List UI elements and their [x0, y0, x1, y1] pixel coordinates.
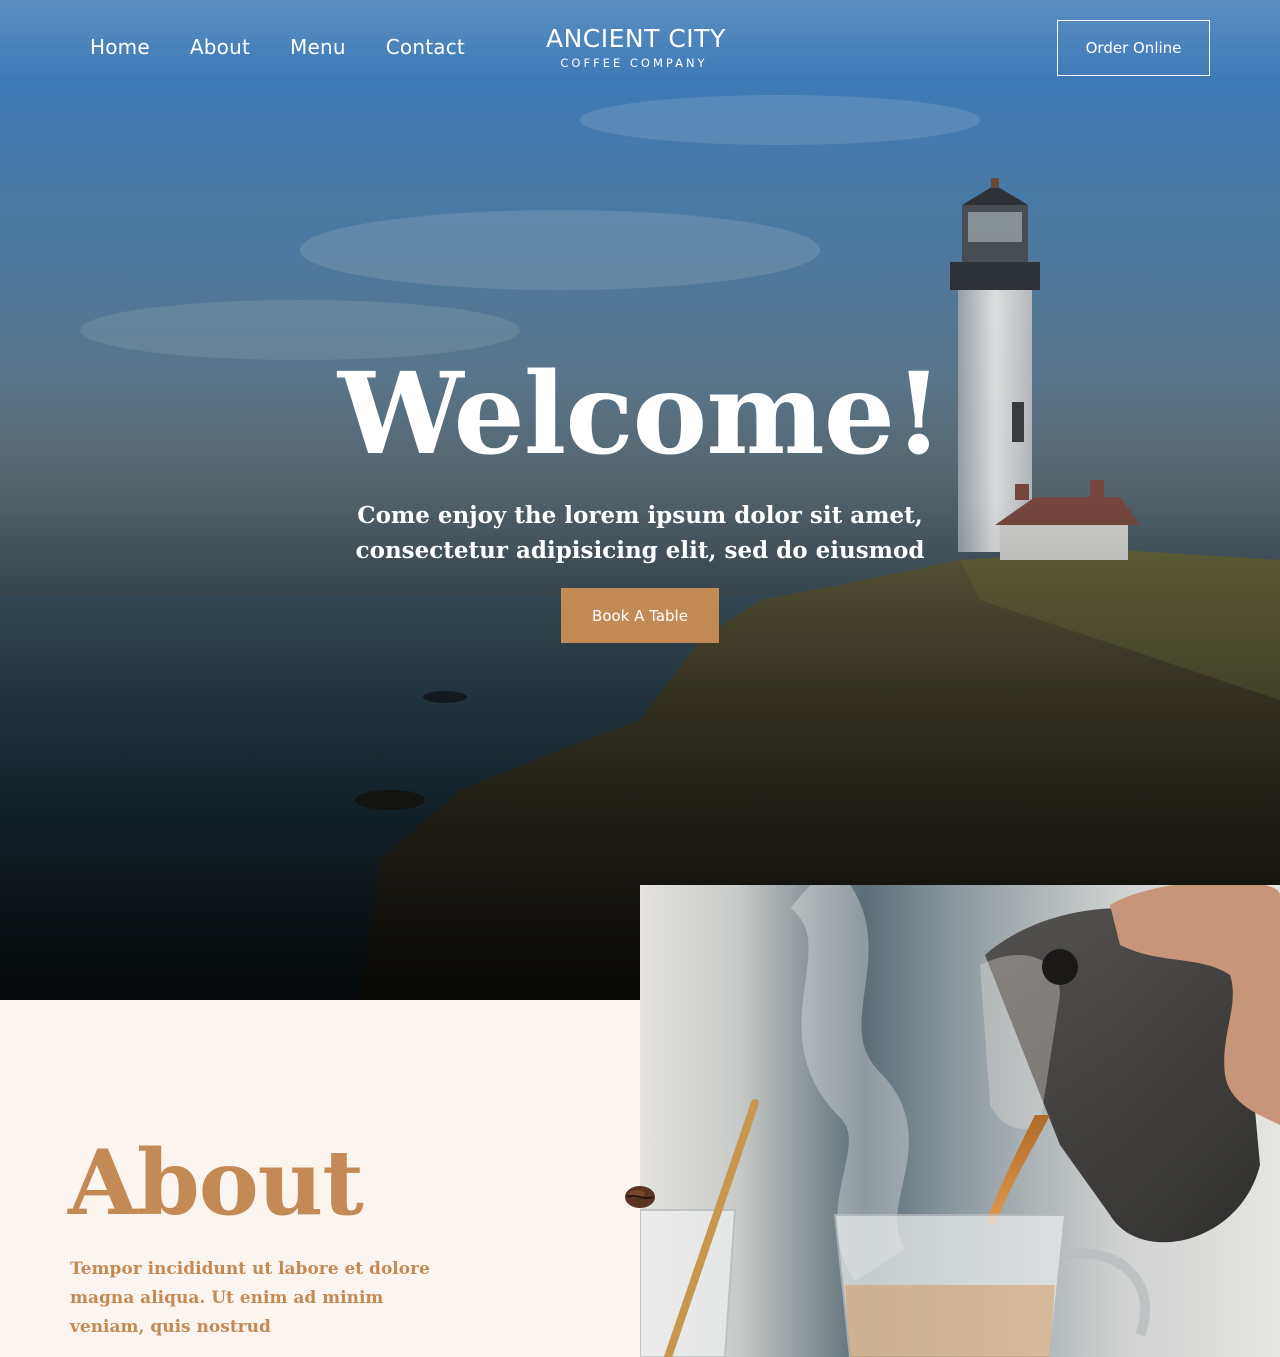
order-online-button[interactable]: Order Online	[1057, 20, 1210, 76]
nav-home-link[interactable]: Home	[90, 33, 150, 61]
hero-subtitle: Come enjoy the lorem ipsum dolor sit ame…	[355, 502, 925, 564]
coffee-bean-icon	[625, 1186, 655, 1208]
about-text: Tempor incididunt ut labore et dolore ma…	[70, 1259, 430, 1337]
book-table-button[interactable]: Book A Table	[561, 588, 719, 643]
hero-title: Welcome!	[337, 349, 943, 480]
main-nav: Home About Menu Contact	[90, 33, 465, 61]
nav-contact-link[interactable]: Contact	[386, 33, 465, 61]
nav-menu-link[interactable]: Menu	[290, 33, 346, 61]
site-logo[interactable]: ANCIENT CITY COFFEE COMPANY	[546, 22, 726, 78]
hero-section: Home About Menu Contact ANCIENT CITY COF…	[0, 0, 1280, 1000]
logo-subtitle-text: COFFEE COMPANY	[560, 56, 708, 70]
nav-about-link[interactable]: About	[190, 33, 250, 61]
logo-brand-text: ANCIENT CITY	[546, 24, 726, 53]
coffee-pour-illustration	[640, 885, 1280, 1357]
about-title: About	[68, 1130, 364, 1236]
coffee-pour-image	[640, 885, 1280, 1357]
